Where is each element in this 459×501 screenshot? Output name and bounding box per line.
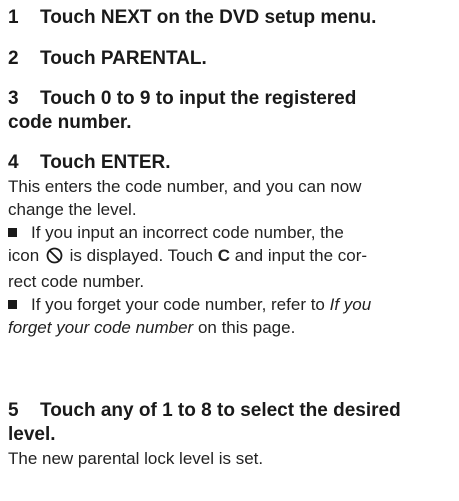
step-5-title-line2: level. bbox=[8, 424, 56, 445]
step-1: 1 Touch NEXT on the DVD setup menu. bbox=[8, 6, 376, 30]
square-bullet-icon bbox=[8, 300, 17, 309]
step-5-heading: 5 Touch any of 1 to 8 to select the desir… bbox=[8, 399, 401, 423]
step-3-number: 3 bbox=[8, 88, 19, 109]
step-4-heading: 4 Touch ENTER. bbox=[8, 151, 371, 175]
square-bullet-icon bbox=[8, 228, 17, 237]
step-1-title: Touch NEXT on the DVD setup menu. bbox=[40, 7, 377, 28]
bullet2-line2: forget your code number on this page. bbox=[8, 316, 371, 339]
bullet1-line2-b: is displayed. Touch bbox=[69, 246, 213, 265]
bullet1-line2-c: and input the cor- bbox=[234, 246, 368, 265]
step-2-title: Touch PARENTAL. bbox=[40, 48, 207, 69]
step-2: 2 Touch PARENTAL. bbox=[8, 47, 207, 71]
step-5: 5 Touch any of 1 to 8 to select the desir… bbox=[8, 399, 401, 470]
bullet2-line1-a: If you forget your code number, refer to bbox=[31, 295, 325, 314]
step-2-number: 2 bbox=[8, 48, 19, 69]
step-3-title-line1: Touch 0 to 9 to input the registered bbox=[40, 88, 357, 109]
step-3-heading: 3 Touch 0 to 9 to input the registered bbox=[8, 87, 356, 111]
step-4-body-line1: This enters the code number, and you can… bbox=[8, 177, 362, 196]
bullet1-line2-a: icon bbox=[8, 246, 40, 265]
step-2-heading: 2 Touch PARENTAL. bbox=[8, 47, 207, 71]
step-3: 3 Touch 0 to 9 to input the registered co… bbox=[8, 87, 356, 135]
step-4: 4 Touch ENTER. This enters the code numbe… bbox=[8, 151, 371, 339]
bullet-incorrect-code: If you input an incorrect code number, t… bbox=[8, 221, 371, 244]
bullet2-link-part1: If you bbox=[329, 295, 372, 314]
step-1-heading: 1 Touch NEXT on the DVD setup menu. bbox=[8, 6, 376, 30]
key-c-label: C bbox=[217, 246, 231, 265]
step-4-number: 4 bbox=[8, 152, 19, 173]
bullet2-line2-b: on this page. bbox=[197, 318, 296, 337]
step-5-title-line1: Touch any of 1 to 8 to select the desire… bbox=[40, 400, 401, 421]
bullet-forgot-code: If you forget your code number, refer to… bbox=[8, 293, 371, 316]
step-5-body: The new parental lock level is set. bbox=[8, 449, 264, 468]
bullet1-line3: rect code number. bbox=[8, 272, 145, 291]
bullet1-line2: icon is displayed. Touch C and input the… bbox=[8, 244, 371, 270]
step-4-title: Touch ENTER. bbox=[40, 152, 171, 173]
prohibit-icon bbox=[46, 247, 63, 270]
step-3-title-line2: code number. bbox=[8, 112, 132, 133]
step-5-number: 5 bbox=[8, 400, 19, 421]
step-4-body-line2: change the level. bbox=[8, 200, 137, 219]
step-1-number: 1 bbox=[8, 7, 19, 28]
bullet2-link-part2: forget your code number bbox=[8, 318, 194, 337]
bullet1-line1: If you input an incorrect code number, t… bbox=[31, 223, 344, 242]
